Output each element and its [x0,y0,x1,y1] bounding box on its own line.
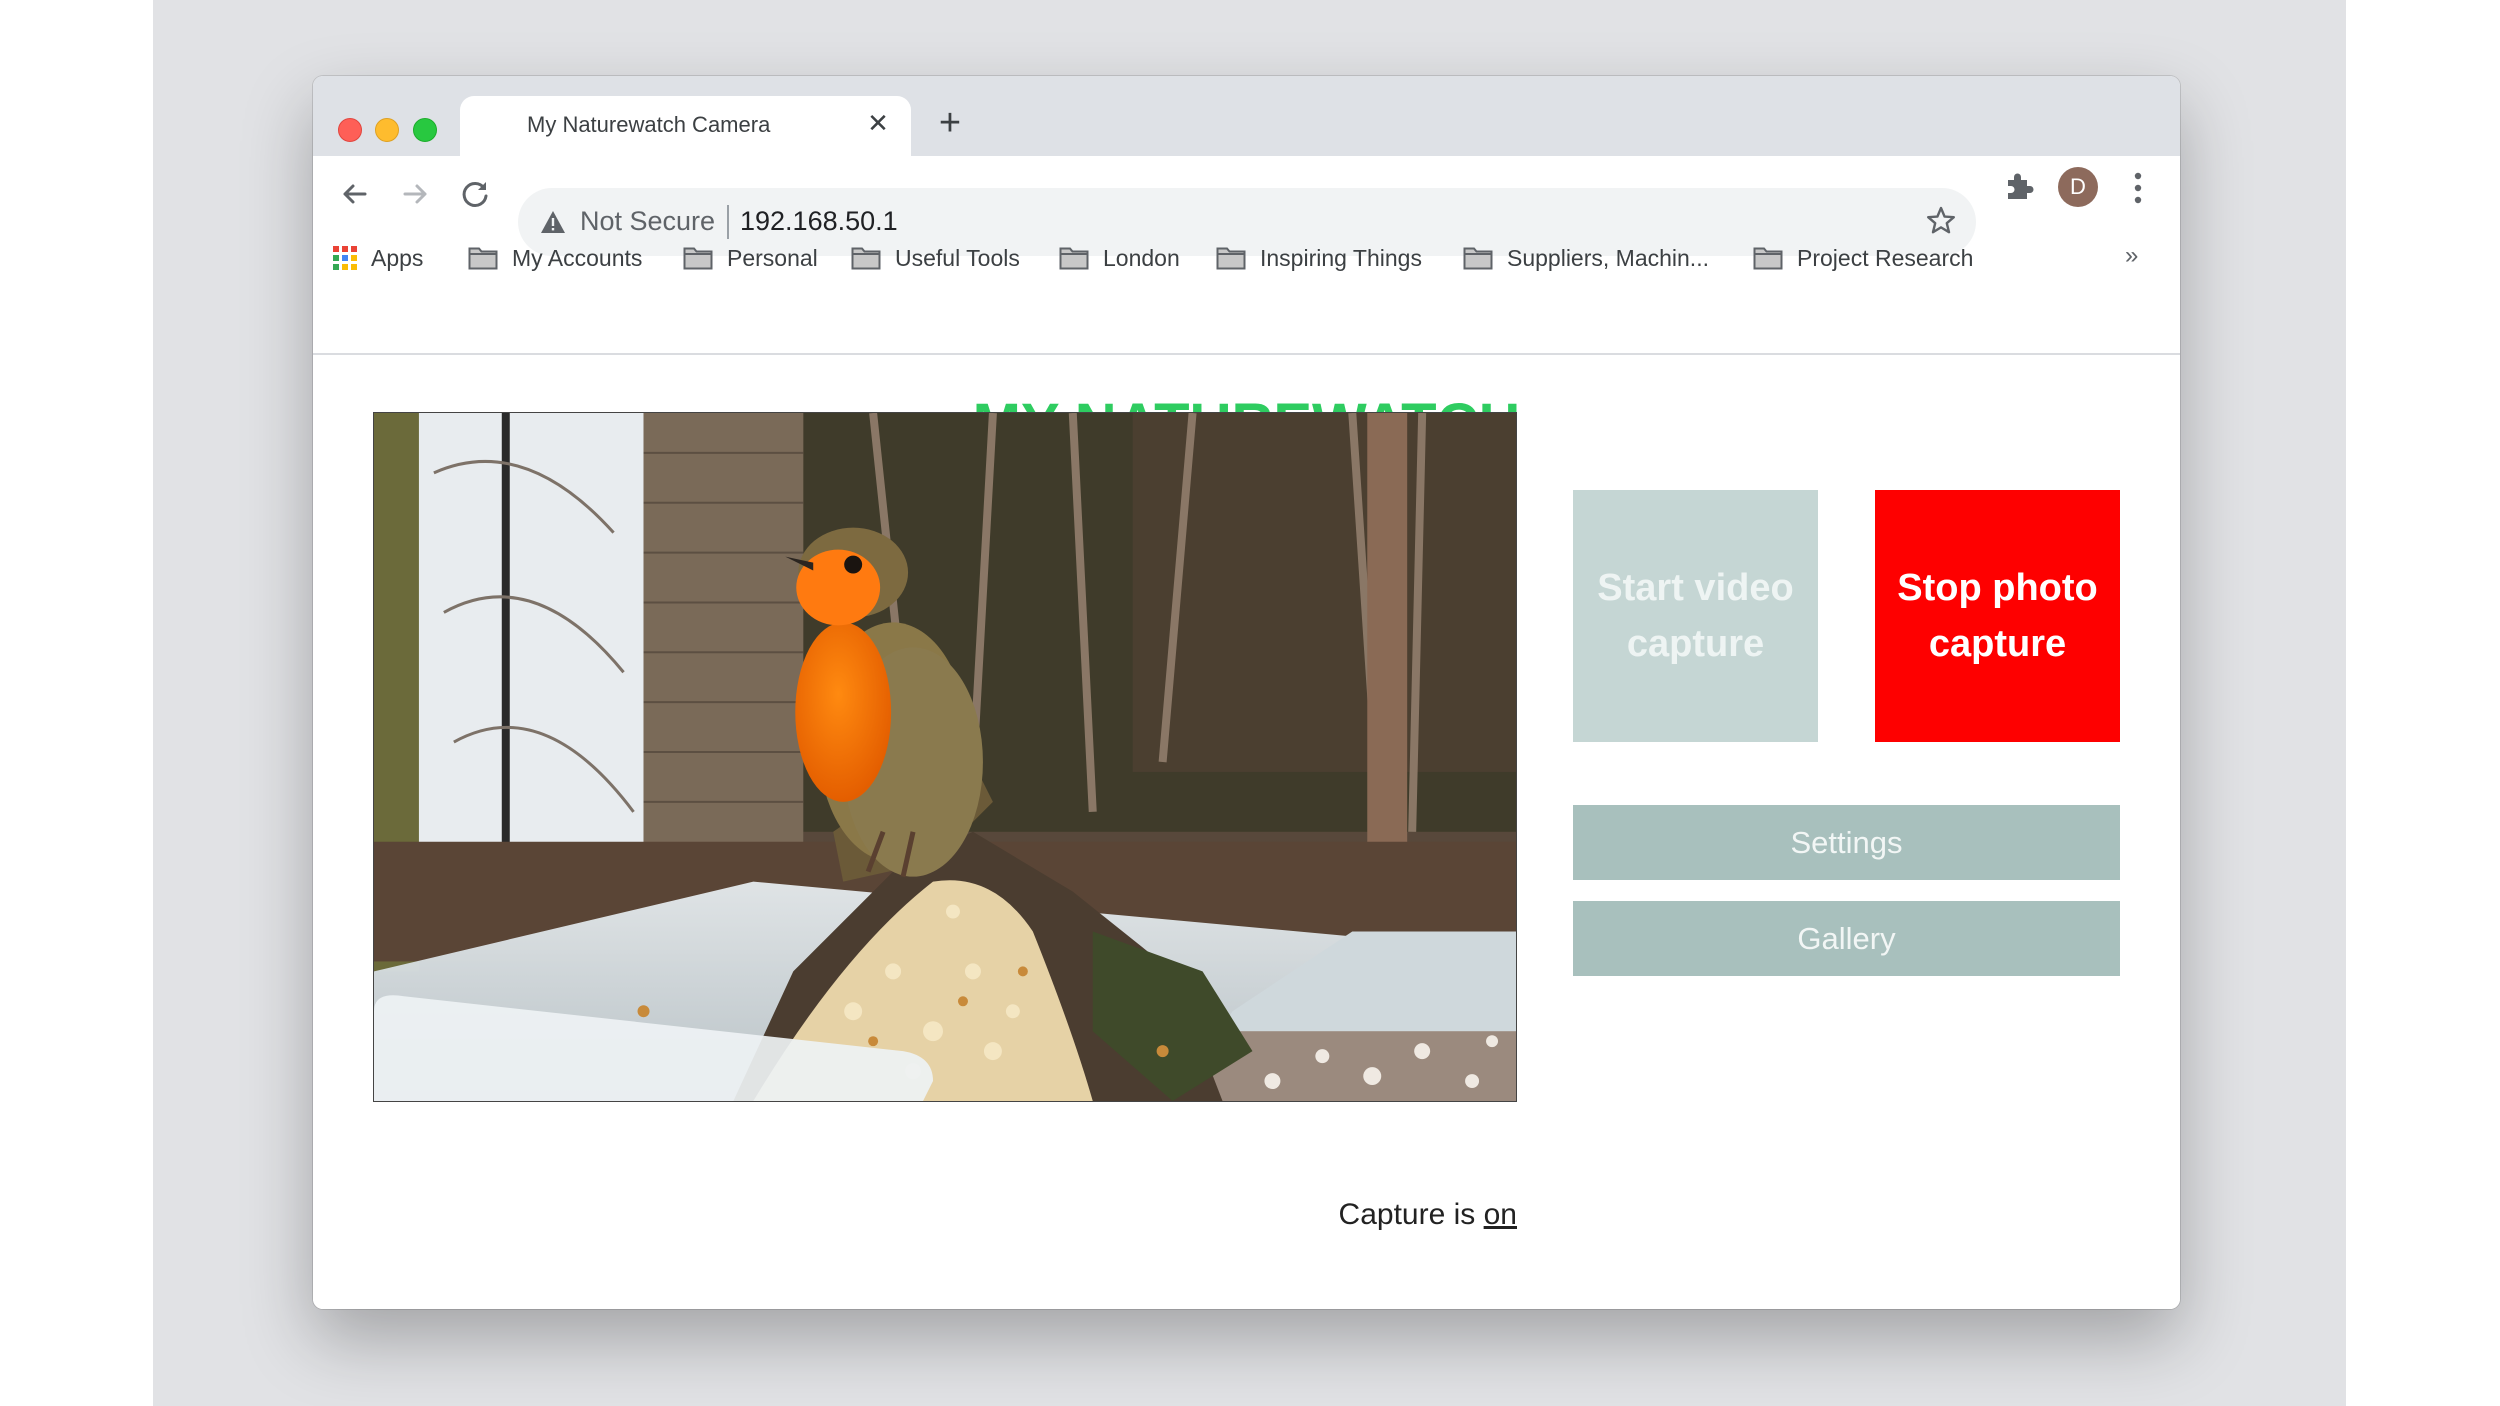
arrow-right-icon [403,184,427,204]
capture-state-link[interactable]: on [1484,1198,1517,1231]
reload-button[interactable] [455,174,495,214]
camera-feed [373,412,1517,1102]
more-vert-icon[interactable] [2128,171,2148,205]
extensions-puzzle-icon[interactable] [2002,170,2036,204]
bookmark-label: London [1103,244,1180,271]
folder-icon [1216,247,1246,270]
camera-feed-image [374,413,1516,1101]
toolbar: Not Secure 192.168.50.1 [313,156,2180,256]
bookmark-label: Suppliers, Machin... [1507,244,1709,271]
folder-icon [1463,247,1493,270]
apps-grid-icon [333,246,357,270]
folder-icon [1753,247,1783,270]
folder-icon [1059,247,1089,270]
bookmark-folder[interactable]: My Accounts [468,228,642,288]
arrow-left-icon [343,184,367,204]
bookmark-label: Inspiring Things [1260,244,1422,271]
forward-button[interactable] [395,174,435,214]
folder-icon [683,247,713,270]
reload-icon [462,181,488,207]
close-icon[interactable]: ✕ [863,108,893,138]
folder-icon [851,247,881,270]
profile-avatar[interactable]: D [2058,167,2098,207]
maximize-window-button[interactable] [413,118,437,142]
bookmark-label: Apps [371,244,424,271]
tab-title: My Naturewatch Camera [527,112,771,137]
bookmark-label: My Accounts [512,244,643,271]
bookmark-folder[interactable]: Personal [683,228,818,288]
capture-status-label: Capture is [1338,1198,1484,1231]
new-tab-button[interactable]: + [933,104,967,142]
tab-strip: My Naturewatch Camera ✕ + [313,76,2180,156]
bookmark-label: Useful Tools [895,244,1020,271]
bookmark-apps[interactable]: Apps [333,228,423,288]
stop-photo-capture-button[interactable]: Stop photo capture [1875,490,2120,742]
settings-button[interactable]: Settings [1573,805,2120,880]
folder-icon [468,247,498,270]
bookmark-folder[interactable]: Project Research [1753,228,1973,288]
minimize-window-button[interactable] [375,118,399,142]
close-window-button[interactable] [338,118,362,142]
bookmarks-overflow-chevron-icon[interactable]: » [2125,242,2138,270]
bookmark-folder[interactable]: London [1059,228,1180,288]
start-video-capture-button[interactable]: Start video capture [1573,490,1818,742]
bookmark-folder[interactable]: Useful Tools [851,228,1020,288]
tab-active[interactable]: My Naturewatch Camera ✕ [460,96,911,156]
bookmark-folder[interactable]: Suppliers, Machin... [1463,228,1709,288]
browser-window: My Naturewatch Camera ✕ + Not Secure 192… [313,76,2180,1309]
bookmark-folder[interactable]: Inspiring Things [1216,228,1422,288]
back-button[interactable] [335,174,375,214]
gallery-button[interactable]: Gallery [1573,901,2120,976]
capture-status: Capture is on [373,1198,1517,1232]
page-content: MY NATUREWATCH [313,355,2180,1309]
bookmark-label: Personal [727,244,818,271]
plus-icon: + [938,102,962,144]
bookmark-label: Project Research [1797,244,1974,271]
bookmarks-bar: Apps My Accounts Personal Useful Tools L… [313,228,2180,355]
